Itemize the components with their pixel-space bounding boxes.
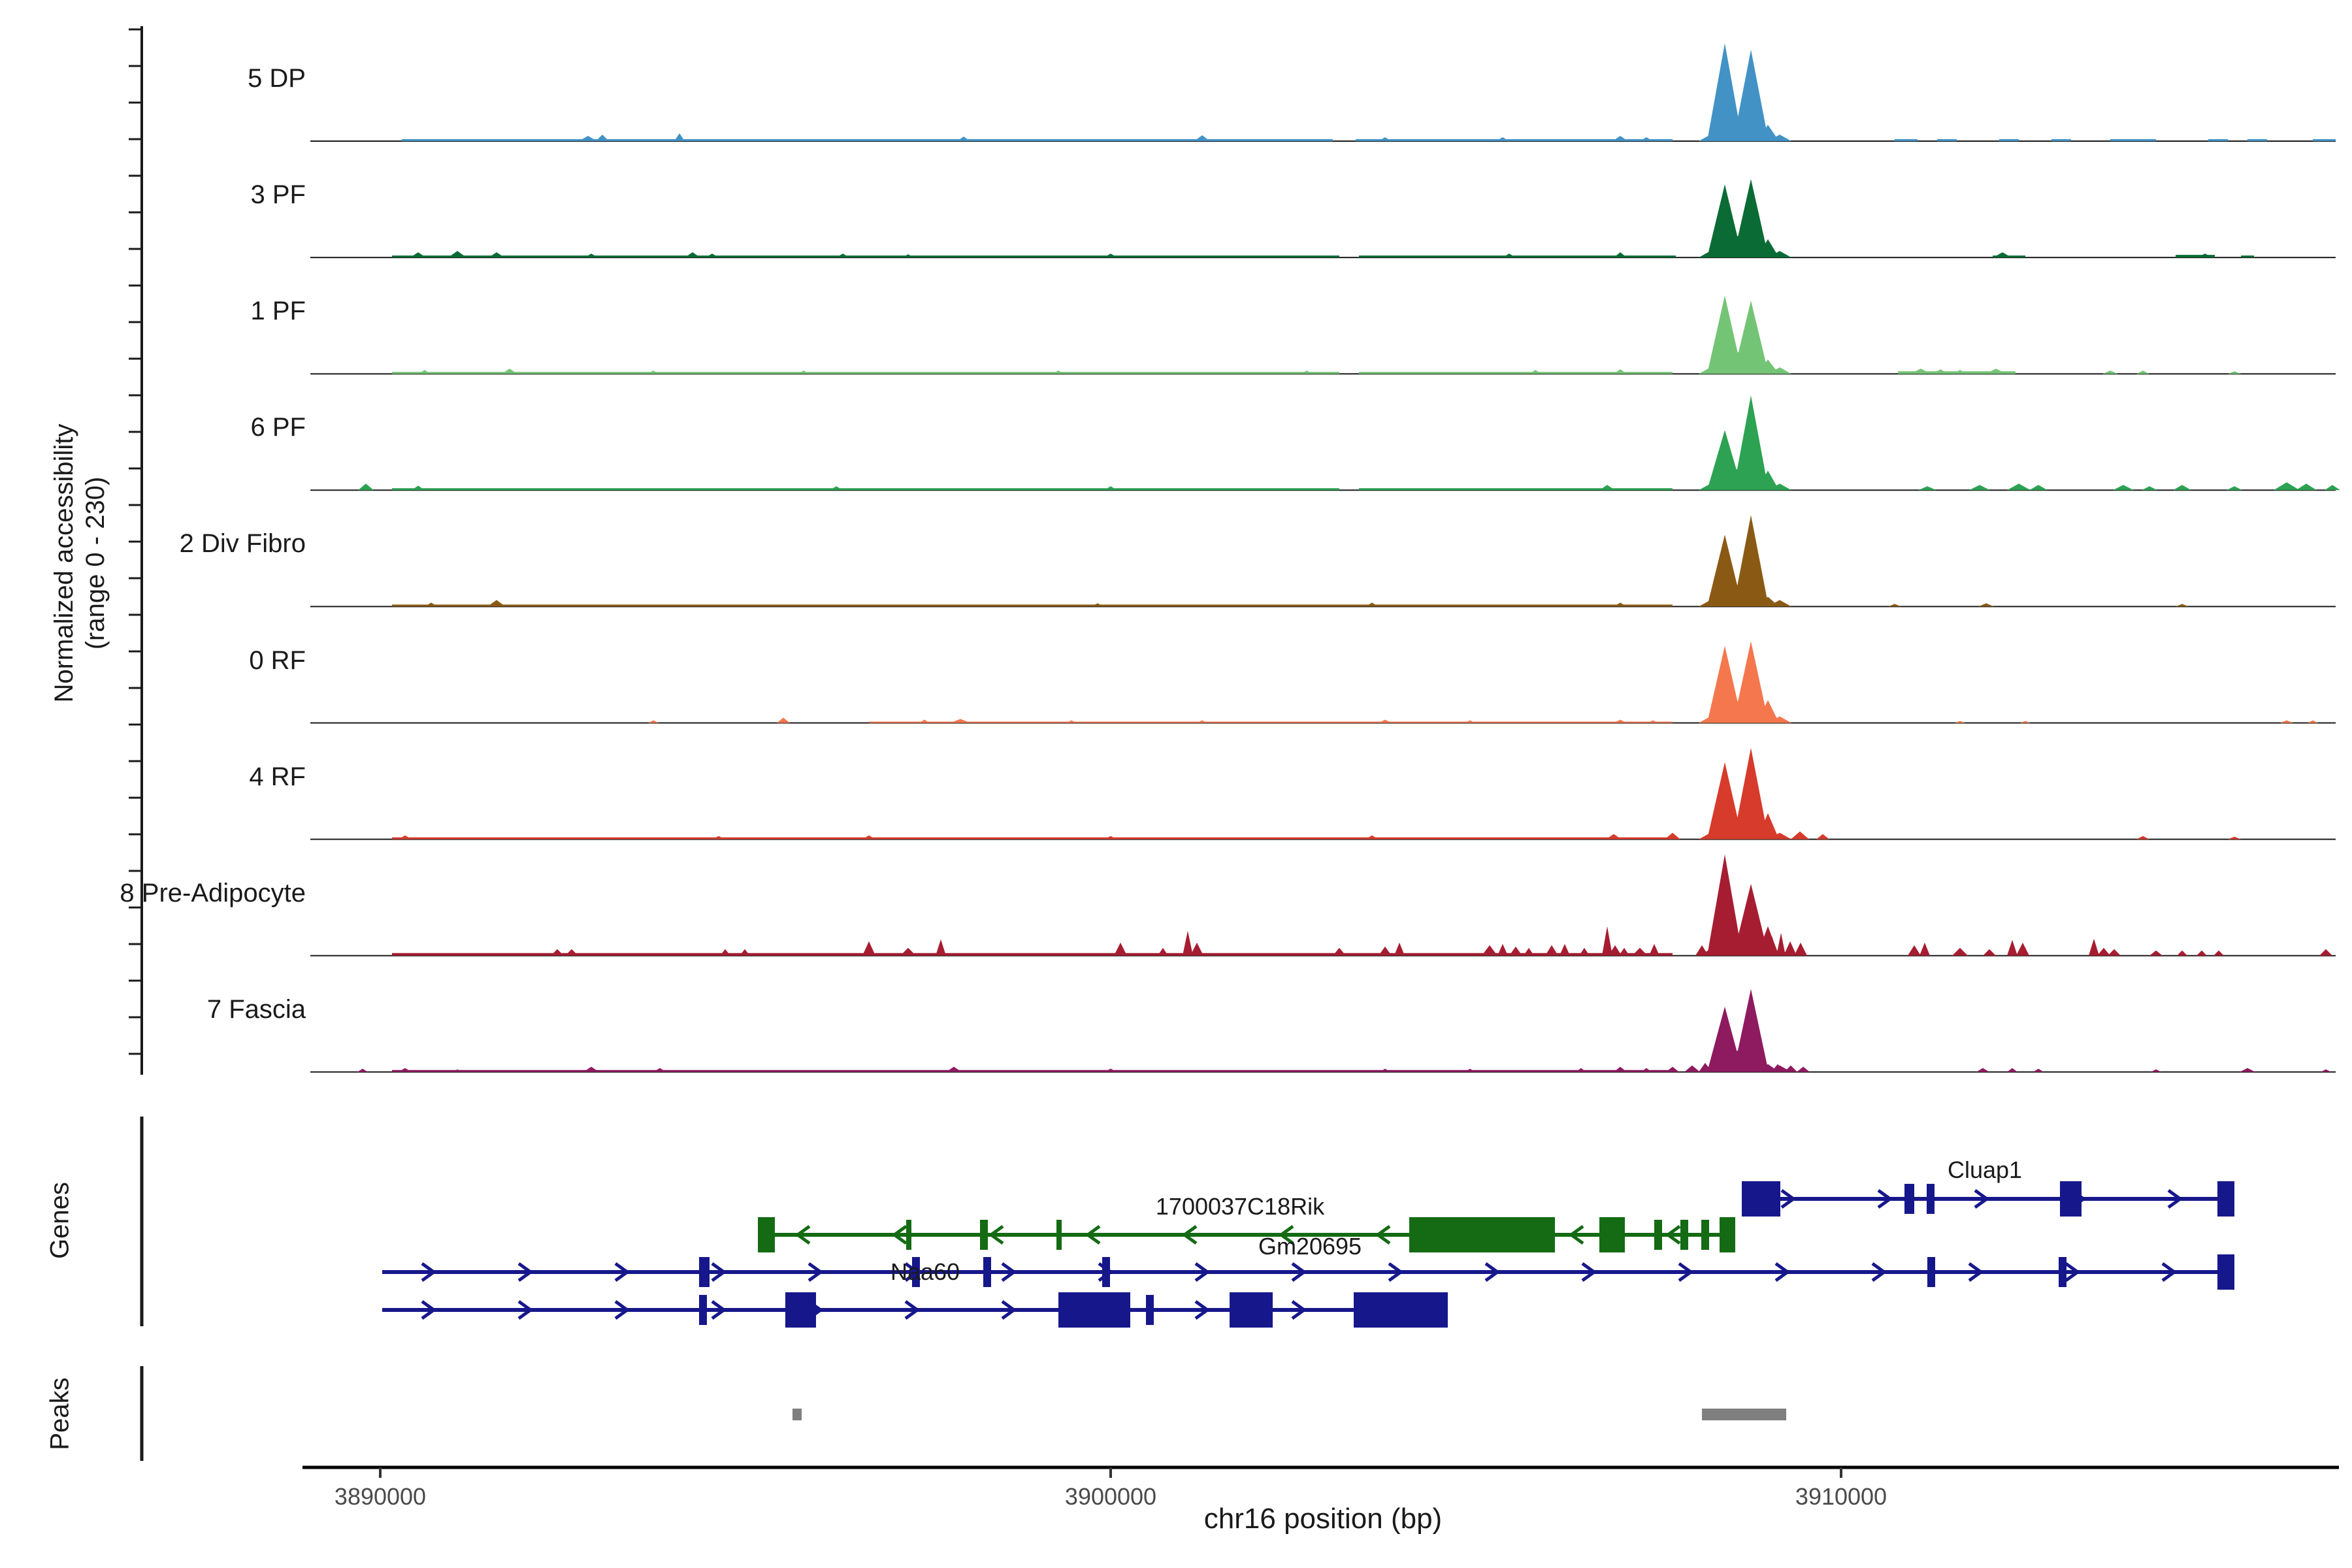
track-label: 7 Fascia <box>0 995 306 1024</box>
gene-exon <box>2217 1181 2234 1217</box>
track-signal-7-fascia <box>357 989 2331 1072</box>
genome-browser-figure: Normalized accessibility (range 0 - 230)… <box>0 0 2352 1568</box>
gene-exon <box>980 1220 988 1250</box>
track-signal-5-dp <box>402 43 2336 141</box>
x-axis-tick-label: 3910000 <box>1795 1483 1887 1511</box>
track-label: 6 PF <box>0 413 306 442</box>
track-signal-2-div-fibro <box>392 515 2189 606</box>
track-signal-6-pf <box>358 395 2340 490</box>
gene-exon <box>2059 1257 2066 1287</box>
x-axis-title: chr16 position (bp) <box>1204 1503 1442 1535</box>
genes-section-label: Genes <box>46 1182 75 1259</box>
gene-exon <box>1409 1217 1555 1252</box>
track-label: 3 PF <box>0 180 306 209</box>
track-signal-0-rf <box>648 642 2318 723</box>
gene-exon <box>1599 1217 1625 1252</box>
track-label: 4 RF <box>0 762 306 791</box>
gene-exon <box>1056 1220 1062 1250</box>
gene-exon <box>1058 1292 1130 1328</box>
gene-exon <box>1680 1220 1688 1250</box>
gene-exon <box>758 1217 775 1252</box>
track-label: 8 Pre-Adipocyte <box>0 879 306 907</box>
gene-exon <box>906 1220 911 1250</box>
gene-exon <box>699 1295 707 1325</box>
track-signal-3-pf <box>392 179 2254 257</box>
gene-exon <box>1230 1292 1273 1328</box>
gene-exon <box>699 1257 710 1287</box>
track-label: 5 DP <box>0 64 306 93</box>
track-signal-8-pre-adipocyte <box>392 855 2332 956</box>
gene-exon <box>1720 1217 1735 1252</box>
peak-region <box>792 1409 802 1420</box>
gene-exon <box>785 1292 816 1328</box>
gene-exon <box>1904 1184 1914 1214</box>
gene-name-label: Gm20695 <box>1258 1234 1362 1259</box>
gene-exon <box>1654 1220 1662 1250</box>
gene-exon <box>1102 1257 1110 1287</box>
gene-name-label: Cluap1 <box>1948 1158 2022 1183</box>
gene-exon <box>1354 1292 1448 1328</box>
track-label: 2 Div Fibro <box>0 529 306 558</box>
gene-exon <box>2060 1181 2082 1217</box>
x-axis-tick-label: 3900000 <box>1065 1483 1156 1511</box>
gene-name-label: 1700037C18Rik <box>1156 1194 1324 1219</box>
peak-region <box>1702 1409 1786 1420</box>
gene-exon <box>1927 1184 1935 1214</box>
gene-name-label: Naa60 <box>890 1260 960 1284</box>
gene-exon <box>1701 1220 1709 1250</box>
x-axis-tick-label: 3890000 <box>335 1483 426 1511</box>
peaks-section-label: Peaks <box>46 1377 75 1450</box>
gene-exon <box>1742 1181 1780 1217</box>
track-label: 1 PF <box>0 297 306 325</box>
gene-exon <box>1146 1295 1154 1325</box>
gene-exon <box>983 1257 991 1287</box>
track-label: 0 RF <box>0 646 306 675</box>
track-signal-1-pf <box>392 295 2241 374</box>
gene-exon <box>2217 1254 2234 1290</box>
tracks-canvas <box>0 0 2352 1568</box>
track-signal-4-rf <box>392 748 2241 840</box>
gene-exon <box>1927 1257 1935 1287</box>
